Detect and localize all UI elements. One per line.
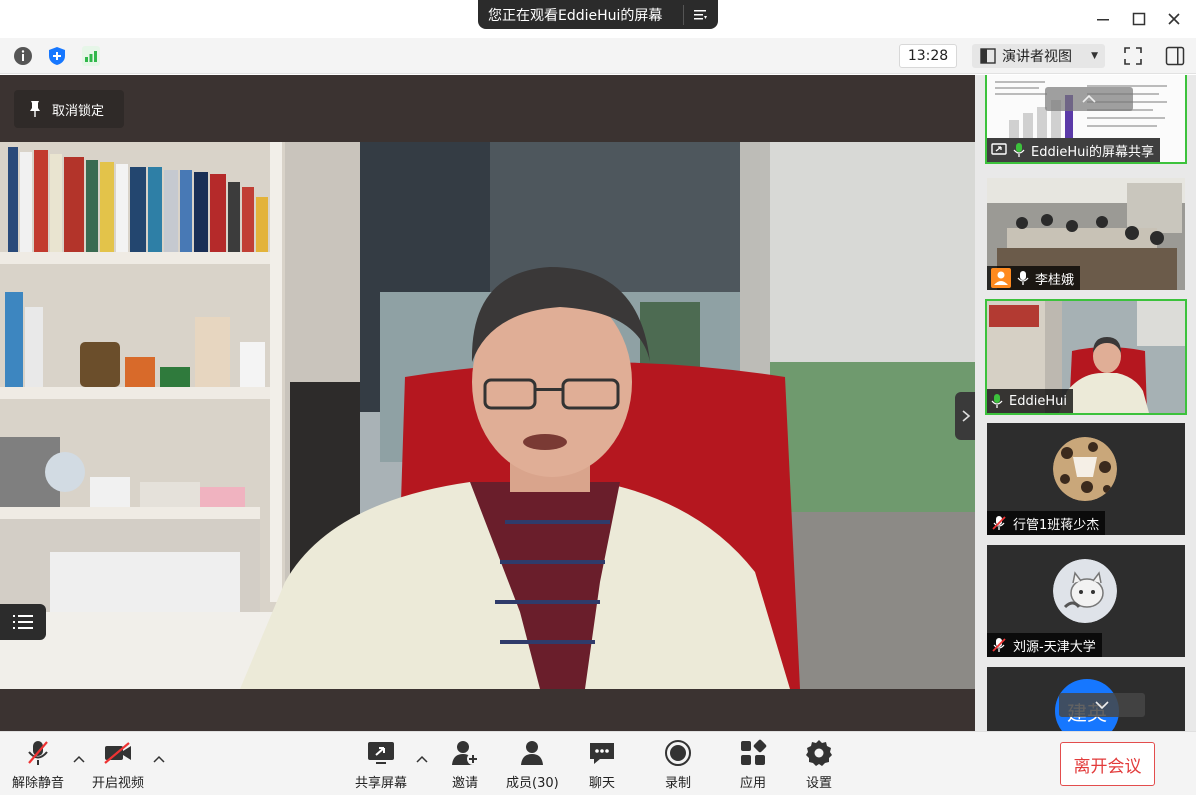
apps-grid-icon — [737, 738, 769, 768]
participant-tile[interactable]: 行管1班蒋少杰 — [987, 423, 1185, 535]
share-options-chevron-icon[interactable] — [415, 752, 429, 766]
participant-gallery[interactable]: EddieHui的屏幕共享 李桂娥 EddieHui 行管1班蒋少杰 刘源-天津… — [975, 75, 1196, 731]
record-icon — [662, 738, 694, 768]
unpin-button[interactable]: 取消锁定 — [14, 90, 124, 128]
participant-name: 刘源-天津大学 — [1013, 639, 1096, 655]
meeting-toolbar: 13:28 演讲者视图 ▼ — [0, 38, 1196, 74]
fullscreen-icon[interactable] — [1122, 45, 1144, 67]
mic-icon — [1017, 271, 1029, 285]
share-menu-icon[interactable] — [684, 0, 718, 29]
mic-muted-icon — [992, 516, 1006, 530]
unpin-label: 取消锁定 — [52, 103, 105, 119]
pin-icon — [30, 101, 40, 117]
chat-button[interactable]: 聊天 — [586, 738, 618, 794]
gear-icon — [803, 738, 835, 768]
camera-off-icon — [102, 738, 134, 768]
participant-tile[interactable]: 刘源-天津大学 — [987, 545, 1185, 657]
users-icon — [516, 738, 548, 768]
invite-button[interactable]: 邀请 — [449, 738, 481, 794]
main-video-stage: 取消锁定 — [0, 75, 975, 731]
share-screen-button[interactable]: 共享屏幕 — [355, 738, 407, 794]
scroll-down-button[interactable] — [1059, 693, 1145, 717]
list-icon — [13, 615, 33, 629]
minimize-button[interactable] — [1090, 6, 1116, 32]
participant-name: 李桂娥 — [1035, 272, 1075, 288]
chevron-down-icon — [1095, 701, 1109, 709]
audio-options-chevron-icon[interactable] — [72, 752, 86, 766]
participant-tile[interactable]: EddieHui — [985, 299, 1187, 415]
close-button[interactable] — [1161, 6, 1187, 32]
mic-muted-icon — [992, 638, 1006, 652]
title-bar: 您正在观看EddieHui的屏幕 — [0, 0, 1196, 38]
start-video-button[interactable]: 开启视频 — [92, 738, 144, 794]
members-button[interactable]: 成员(30) — [506, 738, 559, 794]
participant-tile[interactable]: EddieHui的屏幕共享 — [985, 75, 1187, 164]
leave-meeting-button[interactable]: 离开会议 — [1060, 742, 1155, 786]
add-user-icon — [449, 738, 481, 768]
unmute-button[interactable]: 解除静音 — [12, 738, 64, 794]
participant-name: 行管1班蒋少杰 — [1013, 517, 1100, 533]
screen-share-notice: 您正在观看EddieHui的屏幕 — [478, 0, 718, 29]
info-icon[interactable] — [12, 45, 34, 67]
share-notice-text: 您正在观看EddieHui的屏幕 — [488, 7, 663, 24]
speaker-video — [0, 142, 975, 689]
mic-muted-icon — [22, 738, 54, 768]
participant-tile[interactable]: 李桂娥 — [987, 178, 1185, 290]
participant-tile[interactable]: 建英 — [987, 667, 1185, 731]
side-panel-toggle-icon[interactable] — [1164, 45, 1186, 67]
video-options-chevron-icon[interactable] — [152, 752, 166, 766]
scroll-up-button[interactable] — [1045, 87, 1133, 111]
share-screen-icon — [365, 738, 397, 768]
mic-icon — [1013, 143, 1025, 157]
chevron-down-icon: ▼ — [1091, 51, 1098, 61]
avatar — [1053, 559, 1117, 623]
chat-icon — [586, 738, 618, 768]
layout-icon — [980, 48, 996, 64]
screen-share-icon — [991, 143, 1007, 155]
maximize-button[interactable] — [1126, 6, 1152, 32]
collapse-sidebar-handle[interactable] — [955, 392, 977, 440]
list-menu-button[interactable] — [0, 604, 46, 640]
settings-button[interactable]: 设置 — [803, 738, 835, 794]
shield-icon[interactable] — [46, 45, 68, 67]
participant-name: EddieHui — [1009, 393, 1067, 409]
user-avatar-icon — [991, 268, 1011, 288]
view-mode-label: 演讲者视图 — [1002, 49, 1072, 65]
speaker-video-frame — [0, 142, 975, 689]
participant-name: EddieHui的屏幕共享 — [1031, 144, 1154, 160]
view-mode-select[interactable]: 演讲者视图 ▼ — [972, 44, 1105, 68]
meeting-clock: 13:28 — [899, 44, 957, 68]
avatar — [1053, 437, 1117, 501]
signal-icon[interactable] — [80, 45, 102, 67]
apps-button[interactable]: 应用 — [737, 738, 769, 794]
chevron-up-icon — [1082, 95, 1096, 103]
control-bar: 解除静音 开启视频 共享屏幕 邀请 成员(30) 聊天 录制 应用 设置 离开会… — [0, 731, 1196, 795]
chevron-right-icon — [962, 410, 971, 422]
mic-icon — [991, 394, 1003, 408]
record-button[interactable]: 录制 — [662, 738, 694, 794]
